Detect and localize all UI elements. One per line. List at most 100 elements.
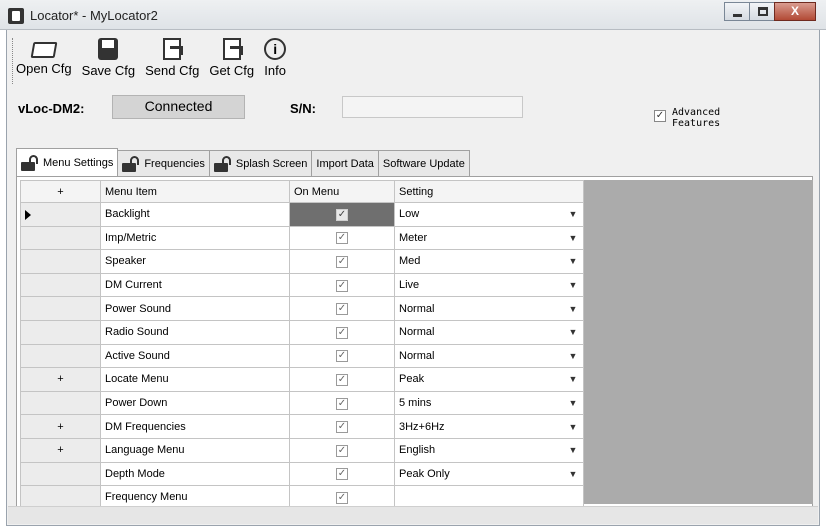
info-button[interactable]: i Info — [260, 36, 290, 88]
table-row[interactable]: Active Sound ✓ Normal ▼ — [20, 343, 584, 369]
row-header[interactable] — [20, 249, 101, 274]
lock-icon — [21, 154, 39, 171]
on-menu-checkbox[interactable]: ✓ — [336, 303, 348, 316]
title-bar: Locator* - MyLocator2 X — [0, 0, 826, 30]
row-header[interactable]: + — [20, 367, 101, 392]
setting-cell[interactable]: Low ▼ — [394, 202, 584, 227]
send-cfg-button[interactable]: Send Cfg — [141, 36, 203, 88]
table-row[interactable]: + Language Menu ✓ English ▼ — [20, 437, 584, 463]
table-row[interactable]: Power Down ✓ 5 mins ▼ — [20, 390, 584, 416]
table-row[interactable]: + Locate Menu ✓ Peak ▼ — [20, 367, 584, 392]
row-expander[interactable]: + — [57, 444, 63, 456]
row-header[interactable] — [20, 461, 101, 487]
row-header[interactable] — [20, 343, 101, 369]
status-strip — [8, 506, 818, 524]
setting-cell[interactable]: Peak ▼ — [394, 367, 584, 392]
row-header[interactable] — [20, 202, 101, 227]
on-menu-cell: ✓ — [289, 202, 395, 227]
setting-cell[interactable]: 5 mins ▼ — [394, 390, 584, 416]
setting-value: Live — [399, 279, 420, 292]
open-cfg-button[interactable]: Open Cfg — [12, 36, 76, 88]
tab-software-update[interactable]: Software Update — [377, 150, 470, 176]
advanced-features-checkbox[interactable]: ✓ — [654, 110, 666, 122]
dropdown-arrow-icon[interactable]: ▼ — [567, 350, 579, 362]
on-menu-checkbox[interactable]: ✓ — [336, 397, 348, 410]
tab-frequencies[interactable]: Frequencies — [117, 150, 210, 176]
setting-cell[interactable]: Normal ▼ — [394, 343, 584, 369]
row-header[interactable] — [20, 272, 101, 298]
setting-cell[interactable]: Med ▼ — [394, 249, 584, 274]
setting-cell[interactable]: Normal ▼ — [394, 319, 584, 345]
table-row[interactable]: + DM Frequencies ✓ 3Hz+6Hz ▼ — [20, 414, 584, 439]
tab-splash-screen[interactable]: Splash Screen — [208, 150, 313, 176]
dropdown-arrow-icon[interactable]: ▼ — [567, 397, 579, 409]
setting-cell[interactable]: Peak Only ▼ — [394, 461, 584, 487]
dropdown-arrow-icon[interactable]: ▼ — [567, 208, 579, 220]
table-row[interactable]: Backlight ✓ Low ▼ — [20, 202, 584, 227]
open-folder-icon — [30, 42, 58, 58]
tab-label: Splash Screen — [235, 157, 308, 170]
table-row[interactable]: Depth Mode ✓ Peak Only ▼ — [20, 461, 584, 487]
table-row[interactable]: Radio Sound ✓ Normal ▼ — [20, 319, 584, 345]
get-cfg-button[interactable]: Get Cfg — [205, 36, 258, 88]
dropdown-arrow-icon[interactable]: ▼ — [567, 303, 579, 315]
dropdown-arrow-icon[interactable]: ▼ — [567, 421, 579, 433]
menu-item-cell: Locate Menu — [100, 367, 290, 392]
table-row[interactable]: DM Current ✓ Live ▼ — [20, 272, 584, 298]
setting-cell[interactable]: 3Hz+6Hz ▼ — [394, 414, 584, 439]
table-row[interactable]: Imp/Metric ✓ Meter ▼ — [20, 225, 584, 251]
minimize-button[interactable] — [724, 2, 750, 21]
on-menu-checkbox[interactable]: ✓ — [336, 444, 348, 457]
maximize-button[interactable] — [749, 2, 775, 21]
on-menu-checkbox[interactable]: ✓ — [336, 468, 348, 481]
on-menu-checkbox[interactable]: ✓ — [336, 232, 348, 245]
row-header[interactable] — [20, 319, 101, 345]
row-expander[interactable]: + — [57, 373, 63, 385]
setting-column-header[interactable]: Setting — [394, 180, 584, 203]
setting-cell[interactable]: Live ▼ — [394, 272, 584, 298]
on-menu-column-header[interactable]: On Menu — [289, 180, 395, 203]
row-header[interactable] — [20, 225, 101, 251]
menu-item-cell: Backlight — [100, 202, 290, 227]
on-menu-checkbox[interactable]: ✓ — [336, 255, 348, 268]
on-menu-checkbox[interactable]: ✓ — [336, 421, 348, 434]
setting-cell[interactable]: English ▼ — [394, 437, 584, 463]
row-expander[interactable]: + — [57, 421, 63, 433]
on-menu-checkbox[interactable]: ✓ — [336, 208, 348, 221]
dropdown-arrow-icon[interactable]: ▼ — [567, 468, 579, 480]
menu-item-cell: Power Down — [100, 390, 290, 416]
dropdown-arrow-icon[interactable]: ▼ — [567, 444, 579, 456]
setting-cell[interactable]: Meter ▼ — [394, 225, 584, 251]
row-header[interactable]: + — [20, 437, 101, 463]
expand-all-header[interactable]: + — [20, 180, 101, 203]
table-row[interactable]: Power Sound ✓ Normal ▼ — [20, 296, 584, 321]
close-button[interactable]: X — [774, 2, 816, 21]
dropdown-arrow-icon[interactable]: ▼ — [567, 279, 579, 291]
on-menu-checkbox[interactable]: ✓ — [336, 350, 348, 363]
on-menu-cell: ✓ — [289, 272, 395, 298]
on-menu-checkbox[interactable]: ✓ — [336, 279, 348, 292]
row-header[interactable] — [20, 296, 101, 321]
save-cfg-button[interactable]: Save Cfg — [78, 36, 139, 88]
on-menu-checkbox[interactable]: ✓ — [336, 326, 348, 339]
tab-menu-settings[interactable]: Menu Settings — [16, 148, 119, 176]
tab-import-data[interactable]: Import Data — [311, 150, 379, 176]
dropdown-arrow-icon[interactable]: ▼ — [567, 232, 579, 244]
setting-value: Med — [399, 255, 421, 268]
menu-item-column-header[interactable]: Menu Item — [100, 180, 290, 203]
on-menu-checkbox[interactable]: ✓ — [336, 491, 348, 504]
table-row[interactable]: Speaker ✓ Med ▼ — [20, 249, 584, 274]
row-header[interactable] — [20, 390, 101, 416]
dropdown-arrow-icon[interactable]: ▼ — [567, 255, 579, 267]
tab-label: Frequencies — [144, 157, 205, 170]
get-cfg-label: Get Cfg — [209, 63, 255, 78]
dropdown-arrow-icon[interactable]: ▼ — [567, 373, 579, 385]
advanced-features-toggle[interactable]: ✓ Advanced Features — [654, 107, 742, 129]
on-menu-checkbox[interactable]: ✓ — [336, 373, 348, 386]
lock-icon — [213, 155, 232, 172]
setting-cell[interactable]: Normal ▼ — [394, 296, 584, 321]
row-header[interactable]: + — [20, 414, 101, 439]
open-cfg-label: Open Cfg — [16, 61, 72, 76]
save-disk-icon — [98, 38, 119, 60]
dropdown-arrow-icon[interactable]: ▼ — [567, 326, 579, 338]
